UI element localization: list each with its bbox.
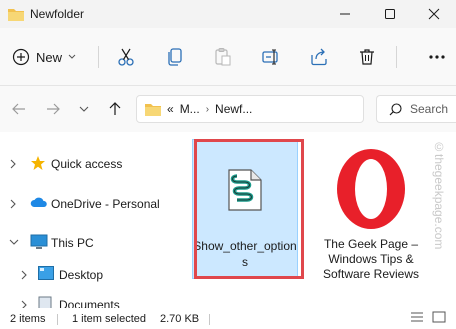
cloud-icon	[30, 197, 47, 207]
opera-icon	[334, 147, 408, 234]
nav-item-onedrive[interactable]: OneDrive - Personal	[0, 191, 170, 217]
share-icon	[311, 48, 327, 66]
more-icon	[429, 55, 445, 59]
recent-locations-button[interactable]	[73, 98, 95, 120]
new-button[interactable]: New	[12, 43, 76, 71]
new-button-label: New	[36, 49, 63, 65]
status-bar: 2 items 1 item selected 2.70 KB	[0, 308, 456, 329]
nav-item-label: Documents	[59, 298, 120, 308]
delete-button[interactable]	[352, 42, 382, 72]
toolbar-divider	[98, 46, 99, 68]
nav-item-quick-access[interactable]: Quick access	[0, 151, 170, 177]
arrow-left-icon	[12, 103, 25, 115]
maximize-button[interactable]	[367, 0, 412, 28]
paste-button[interactable]	[208, 42, 238, 72]
toolbar-divider	[396, 46, 397, 68]
chevron-right-icon	[21, 300, 27, 308]
navigation-pane: Quick access OneDrive - Personal This PC…	[0, 132, 170, 308]
cut-button[interactable]	[111, 42, 141, 72]
file-item[interactable]: The Geek Page – Windows Tips & Software …	[306, 139, 436, 289]
cut-icon	[118, 48, 134, 66]
breadcrumb-overflow[interactable]: «	[167, 102, 174, 116]
maximize-icon	[384, 9, 395, 19]
details-view-icon	[411, 312, 423, 322]
plus-circle-icon	[12, 48, 30, 66]
share-button[interactable]	[304, 42, 334, 72]
search-icon	[389, 102, 402, 115]
chevron-down-icon	[79, 106, 89, 112]
file-name: Show_other_options	[193, 239, 297, 269]
chevron-down-icon	[9, 239, 19, 245]
chevron-down-icon	[68, 54, 76, 59]
arrow-right-icon	[47, 103, 60, 115]
selection-count: 1 item selected	[72, 313, 146, 325]
chevron-right-icon	[21, 270, 27, 280]
star-icon	[31, 156, 45, 170]
large-icons-view-button[interactable]	[432, 311, 446, 326]
nav-item-label: Quick access	[51, 157, 123, 171]
selection-size: 2.70 KB	[160, 313, 200, 325]
folder-icon	[8, 7, 24, 24]
desktop-icon	[38, 266, 54, 280]
title-bar: Newfolder	[0, 0, 456, 28]
up-button[interactable]	[104, 98, 126, 120]
registry-script-icon	[227, 168, 263, 215]
chevron-right-icon	[10, 159, 16, 169]
back-button[interactable]	[8, 98, 30, 120]
nav-item-desktop[interactable]: Desktop	[0, 262, 170, 288]
nav-item-label: Desktop	[59, 268, 104, 282]
rename-button[interactable]	[256, 42, 286, 72]
rename-icon	[262, 49, 278, 65]
search-placeholder: Search	[410, 102, 449, 116]
more-options-button[interactable]	[422, 42, 452, 72]
item-count: 2 items	[10, 313, 46, 325]
chevron-right-icon: ›	[205, 103, 210, 115]
documents-icon	[38, 296, 52, 308]
forward-button[interactable]	[42, 98, 64, 120]
copy-icon	[168, 48, 182, 66]
breadcrumb-segment[interactable]: M...	[180, 102, 200, 116]
search-box[interactable]: Search	[376, 95, 456, 123]
file-name: The Geek Page – Windows Tips & Software …	[322, 237, 420, 281]
paste-icon	[215, 48, 231, 66]
delete-icon	[360, 49, 374, 65]
status-divider	[57, 314, 58, 325]
arrow-up-icon	[109, 102, 121, 115]
close-button[interactable]	[411, 0, 456, 28]
command-bar: New	[0, 28, 456, 86]
window-title: Newfolder	[30, 7, 85, 21]
nav-item-label: This PC	[51, 236, 94, 250]
monitor-icon	[30, 234, 48, 249]
large-icons-view-icon	[432, 311, 446, 323]
nav-item-documents[interactable]: Documents	[0, 292, 170, 308]
close-icon	[428, 8, 439, 20]
address-bar[interactable]: « M... › Newf...	[136, 95, 364, 123]
breadcrumb-segment[interactable]: Newf...	[215, 102, 252, 116]
minimize-icon	[339, 13, 350, 15]
details-view-button[interactable]	[410, 311, 424, 326]
file-item-selected[interactable]: Show_other_options	[192, 139, 298, 279]
folder-icon	[145, 103, 161, 116]
nav-item-label: OneDrive - Personal	[51, 197, 160, 211]
status-divider	[209, 314, 210, 325]
copy-button[interactable]	[160, 42, 190, 72]
nav-item-this-pc[interactable]: This PC	[0, 230, 170, 256]
address-row: « M... › Newf... Search	[0, 86, 456, 132]
file-list: Show_other_options The Geek Page – Windo…	[170, 132, 456, 308]
minimize-button[interactable]	[322, 0, 367, 28]
chevron-right-icon	[10, 199, 16, 209]
